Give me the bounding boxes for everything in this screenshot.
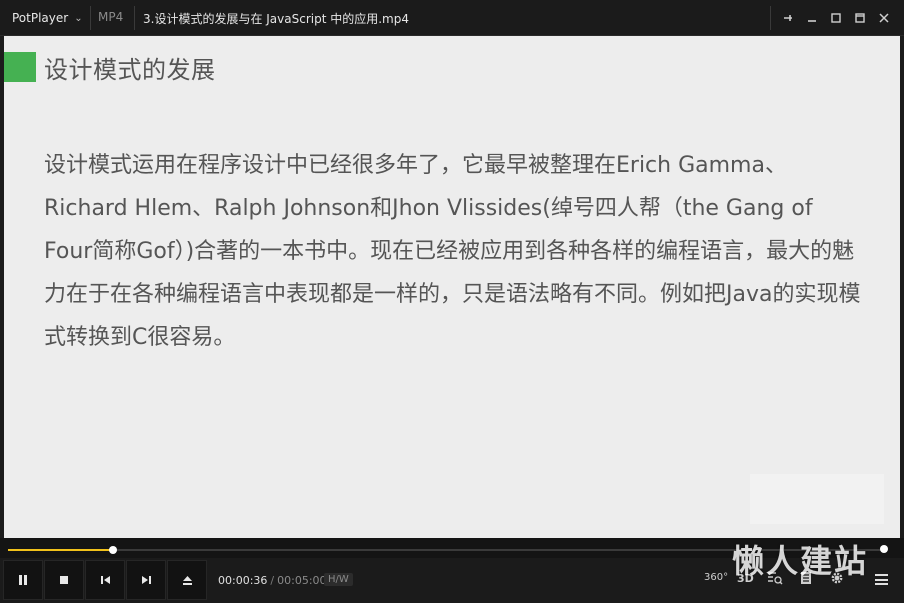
app-name: PotPlayer [12, 11, 69, 25]
next-button[interactable] [126, 560, 166, 600]
title-bar: PotPlayer ⌄ MP4 3.设计模式的发展与在 JavaScript 中… [0, 0, 904, 36]
chevron-down-icon: ⌄ [74, 12, 83, 24]
watermark-logo: 懒人建站 [732, 542, 869, 580]
format-label: MP4 [98, 10, 124, 24]
seek-progress-fill [8, 549, 114, 551]
file-title: 3.设计模式的发展与在 JavaScript 中的应用.mp4 [143, 12, 409, 26]
previous-button[interactable] [85, 560, 125, 600]
maximize-icon[interactable] [824, 8, 848, 28]
pause-button[interactable] [3, 560, 43, 600]
pause-icon [19, 575, 27, 585]
app-menu-button[interactable]: PotPlayer ⌄ [6, 7, 89, 29]
next-icon [141, 576, 151, 584]
time-display[interactable]: 00:00:36/00:05:00 [218, 574, 327, 587]
seek-handle[interactable] [109, 546, 118, 554]
heading-accent-bar [4, 52, 36, 82]
main-menu-icon[interactable] [875, 574, 888, 585]
minimize-icon[interactable] [800, 8, 824, 28]
divider [134, 6, 135, 30]
slide-heading: 设计模式的发展 [44, 56, 216, 84]
stop-icon [60, 576, 68, 584]
seek-end-marker [880, 545, 888, 553]
pin-icon[interactable] [776, 8, 800, 28]
total-time: 00:05:00 [277, 574, 327, 587]
divider [90, 6, 91, 30]
stop-button[interactable] [44, 560, 84, 600]
eject-icon [182, 575, 192, 585]
video-area[interactable]: 设计模式的发展 设计模式运用在程序设计中已经很多年了，它最早被整理在Erich … [4, 36, 900, 538]
hw-decoder-badge[interactable]: H/W [324, 573, 353, 586]
vr-360-button[interactable]: 360° [704, 572, 728, 583]
eject-button[interactable] [167, 560, 207, 600]
current-time: 00:00:36 [218, 574, 268, 587]
divider [770, 6, 771, 30]
close-icon[interactable] [872, 8, 896, 28]
video-overlay-patch [750, 474, 884, 524]
previous-icon [100, 576, 110, 584]
window-controls [776, 8, 896, 28]
fullscreen-icon[interactable] [848, 8, 872, 28]
slide-body-text: 设计模式运用在程序设计中已经很多年了，它最早被整理在Erich Gamma、Ri… [44, 153, 861, 350]
